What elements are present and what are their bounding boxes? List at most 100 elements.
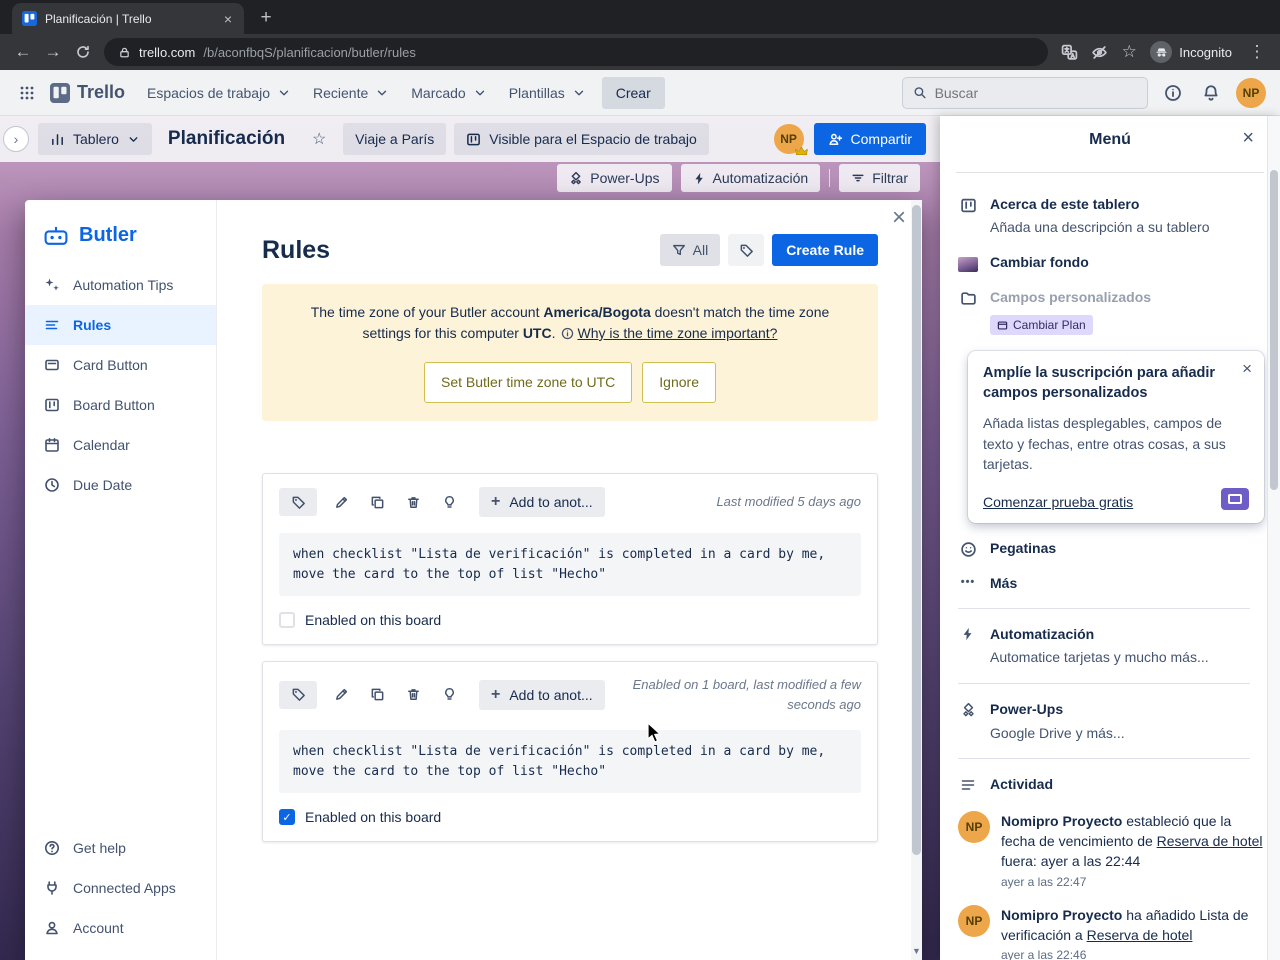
delete-rule-button[interactable] bbox=[401, 683, 425, 707]
menu-item-custom-fields[interactable]: Campos personalizados bbox=[956, 280, 1266, 315]
board-switcher-button[interactable]: Tablero bbox=[38, 123, 152, 155]
power-ups-button[interactable]: Power-Ups bbox=[557, 164, 672, 192]
filter-by-label-button[interactable] bbox=[728, 234, 765, 266]
window-scrollbar[interactable] bbox=[1267, 116, 1280, 960]
rule-tips-button[interactable] bbox=[437, 683, 461, 707]
activity-card-link[interactable]: Reserva de hotel bbox=[1157, 833, 1263, 849]
notifications-button[interactable] bbox=[1198, 80, 1224, 106]
nav-plantillas[interactable]: Plantillas bbox=[499, 77, 596, 109]
search-input[interactable] bbox=[934, 84, 1137, 101]
info-button[interactable] bbox=[1160, 80, 1186, 106]
menu-item-change-background[interactable]: Cambiar fondo bbox=[956, 245, 1266, 280]
person-icon bbox=[43, 920, 61, 936]
divider bbox=[958, 683, 1250, 685]
back-button[interactable]: ← bbox=[8, 37, 38, 67]
ignore-button[interactable]: Ignore bbox=[642, 362, 716, 403]
activity-avatar[interactable]: NP bbox=[958, 904, 990, 937]
expand-sidebar-button[interactable]: › bbox=[3, 126, 29, 152]
chevron-down-icon bbox=[574, 90, 583, 95]
menu-item-power-ups[interactable]: Power-Ups Google Drive y más... bbox=[956, 692, 1266, 750]
filter-button[interactable]: Filtrar bbox=[839, 164, 920, 192]
butler-brand-label: Butler bbox=[79, 224, 137, 246]
rule-label-button[interactable] bbox=[279, 488, 317, 516]
edit-rule-button[interactable] bbox=[329, 490, 353, 514]
search-box[interactable] bbox=[902, 76, 1148, 109]
browser-tab[interactable]: Planificación | Trello × bbox=[12, 3, 244, 34]
create-rule-button[interactable]: Create Rule bbox=[772, 234, 878, 266]
timezone-help-link[interactable]: Why is the time zone important? bbox=[577, 325, 777, 341]
sidebar-item-account[interactable]: Account bbox=[25, 908, 216, 948]
tracking-protection-button[interactable] bbox=[1084, 37, 1114, 67]
visibility-button[interactable]: Visible para el Espacio de trabajo bbox=[454, 123, 709, 155]
rule-meta: Enabled on 1 board, last modified a few … bbox=[632, 677, 861, 712]
bookmark-button[interactable]: ☆ bbox=[1114, 37, 1144, 67]
close-menu-icon[interactable]: × bbox=[1242, 128, 1254, 148]
automation-button[interactable]: Automatización bbox=[680, 164, 821, 192]
menu-item-automation[interactable]: Automatización Automatice tarjetas y muc… bbox=[956, 617, 1266, 675]
new-tab-button[interactable]: + bbox=[252, 4, 280, 32]
butler-scrollbar[interactable]: ▼ bbox=[911, 200, 922, 960]
browser-menu-button[interactable]: ⋮ bbox=[1242, 37, 1272, 67]
rule-label-button[interactable] bbox=[279, 680, 317, 709]
translate-button[interactable] bbox=[1054, 37, 1084, 67]
sidebar-item-connected-apps[interactable]: Connected Apps bbox=[25, 868, 216, 908]
menu-item-more[interactable]: ••• Más bbox=[956, 566, 1266, 600]
nav-reciente[interactable]: Reciente bbox=[303, 77, 399, 109]
nav-label: Marcado bbox=[411, 84, 466, 101]
close-butler-icon[interactable]: × bbox=[892, 206, 906, 230]
user-avatar[interactable]: NP bbox=[1236, 77, 1266, 108]
nav-marcado[interactable]: Marcado bbox=[401, 77, 496, 109]
trip-button[interactable]: Viaje a París bbox=[343, 123, 447, 155]
copy-rule-button[interactable] bbox=[365, 683, 389, 707]
sidebar-item-label: Rules bbox=[73, 317, 112, 333]
url-bar[interactable]: trello.com/b/aconfbqS/planificacion/butl… bbox=[104, 38, 1049, 66]
sidebar-item-board-button[interactable]: Board Button bbox=[25, 385, 216, 425]
calendar-icon bbox=[43, 437, 61, 453]
create-button[interactable]: Crear bbox=[601, 76, 665, 109]
sidebar-item-due-date[interactable]: Due Date bbox=[25, 465, 216, 505]
activity-timestamp: ayer a las 22:46 bbox=[1001, 948, 1087, 960]
change-plan-badge[interactable]: Cambiar Plan bbox=[990, 315, 1093, 336]
start-free-trial-link[interactable]: Comenzar prueba gratis bbox=[983, 494, 1133, 510]
tag-icon bbox=[292, 496, 305, 509]
copy-rule-button[interactable] bbox=[365, 490, 389, 514]
edit-rule-button[interactable] bbox=[329, 683, 353, 707]
filter-all-button[interactable]: All bbox=[659, 234, 721, 266]
delete-rule-button[interactable] bbox=[401, 490, 425, 514]
scroll-down-arrow[interactable]: ▼ bbox=[911, 946, 922, 956]
sidebar-item-automation-tips[interactable]: Automation Tips bbox=[25, 265, 216, 305]
menu-item-stickers[interactable]: Pegatinas bbox=[956, 531, 1266, 566]
sidebar-item-calendar[interactable]: Calendar bbox=[25, 425, 216, 465]
share-button[interactable]: Compartir bbox=[813, 123, 926, 155]
browser-toolbar: ← → trello.com/b/aconfbqS/planificacion/… bbox=[0, 34, 1280, 70]
power-up-icon bbox=[958, 700, 978, 717]
reload-button[interactable] bbox=[68, 37, 98, 67]
forward-button[interactable]: → bbox=[38, 37, 68, 67]
add-to-another-board-button[interactable]: + Add to anot... bbox=[479, 487, 605, 517]
tab-close-icon[interactable]: × bbox=[220, 11, 236, 27]
activity-card-link[interactable]: Reserva de hotel bbox=[1087, 927, 1193, 943]
sidebar-item-rules[interactable]: Rules bbox=[25, 305, 216, 345]
ellipsis-icon: ••• bbox=[960, 576, 976, 589]
sidebar-item-card-button[interactable]: Card Button bbox=[25, 345, 216, 385]
set-timezone-button[interactable]: Set Butler time zone to UTC bbox=[424, 362, 633, 403]
nav-espacios-de-trabajo[interactable]: Espacios de trabajo bbox=[137, 77, 301, 109]
trello-logo[interactable]: Trello bbox=[46, 82, 135, 103]
add-to-another-board-button[interactable]: + Add to anot... bbox=[479, 679, 605, 710]
close-upsell-icon[interactable]: × bbox=[1242, 360, 1252, 377]
sidebar-item-label: Due Date bbox=[73, 477, 133, 493]
enabled-checkbox[interactable]: ✓ bbox=[279, 809, 295, 825]
board-icon bbox=[958, 195, 978, 214]
rule-tips-button[interactable] bbox=[437, 490, 461, 514]
window-scrollbar-thumb[interactable] bbox=[1270, 170, 1278, 490]
menu-item-about[interactable]: Acerca de este tablero Añada una descrip… bbox=[956, 187, 1266, 245]
tz-text-pre: The time zone of your Butler account bbox=[310, 304, 544, 320]
menu-item-activity[interactable]: Actividad bbox=[956, 767, 1266, 801]
copy-icon bbox=[371, 496, 383, 508]
butler-scrollbar-thumb[interactable] bbox=[912, 205, 921, 855]
sidebar-item-get-help[interactable]: Get help bbox=[25, 828, 216, 868]
apps-switcher-button[interactable] bbox=[10, 76, 44, 110]
activity-avatar[interactable]: NP bbox=[958, 810, 990, 843]
enabled-checkbox[interactable]: ✓ bbox=[279, 612, 295, 628]
star-board-button[interactable]: ☆ bbox=[303, 123, 335, 155]
